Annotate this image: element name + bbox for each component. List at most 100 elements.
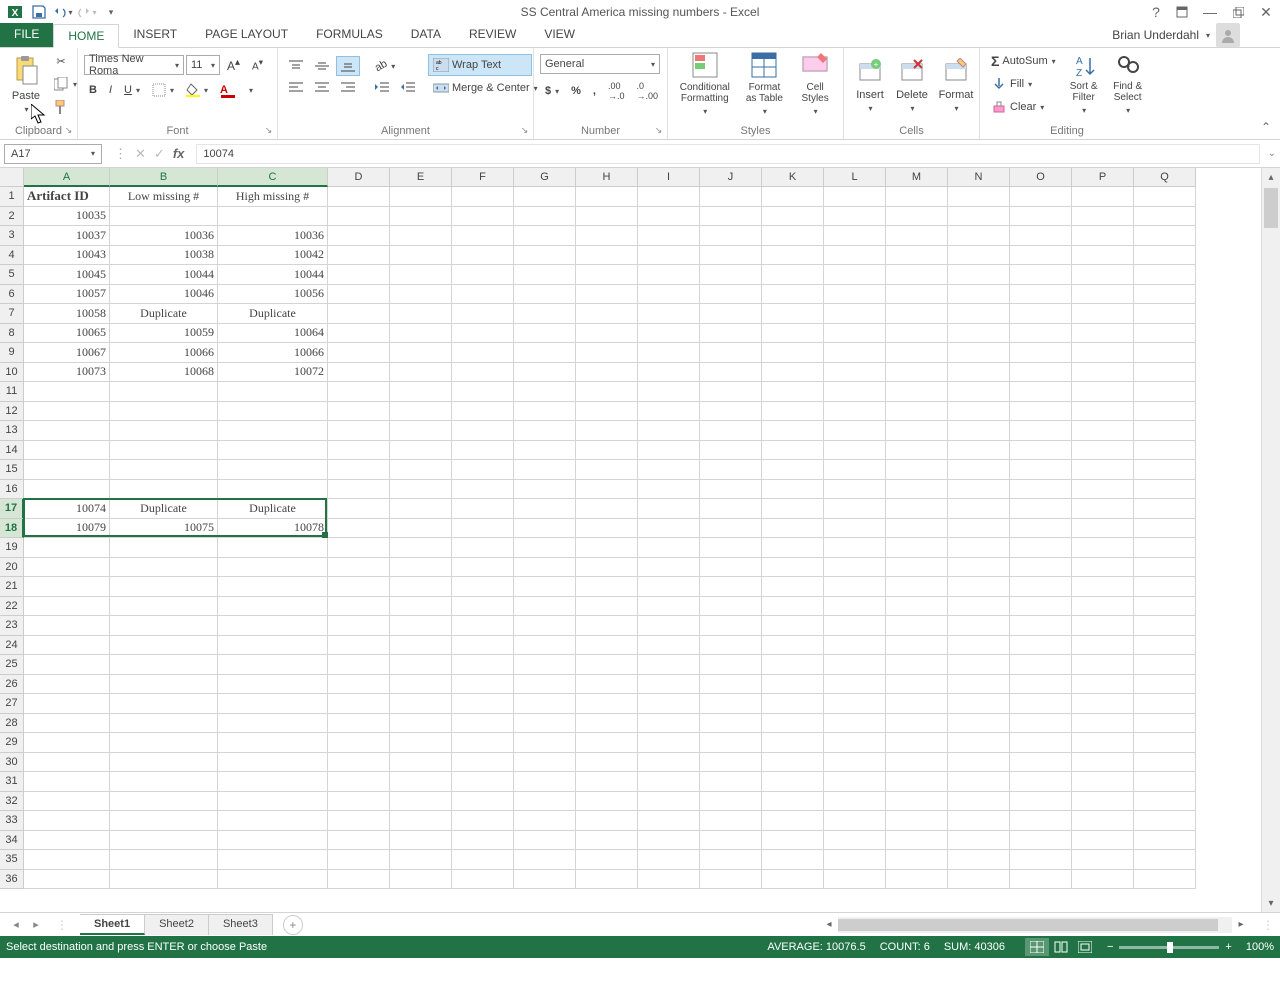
cell[interactable] — [886, 402, 948, 422]
cell[interactable] — [390, 343, 452, 363]
row-header[interactable]: 6 — [0, 285, 24, 305]
cell[interactable] — [1072, 850, 1134, 870]
cell[interactable] — [638, 616, 700, 636]
cell[interactable] — [762, 538, 824, 558]
cell[interactable] — [514, 402, 576, 422]
cell[interactable] — [328, 304, 390, 324]
cell[interactable]: 10036 — [218, 226, 328, 246]
column-header[interactable]: O — [1010, 168, 1072, 187]
cell[interactable]: Duplicate — [110, 499, 218, 519]
cell[interactable] — [576, 382, 638, 402]
cell[interactable] — [824, 577, 886, 597]
cell[interactable] — [110, 831, 218, 851]
row-header[interactable]: 19 — [0, 538, 24, 558]
cell[interactable] — [886, 187, 948, 207]
cell[interactable] — [110, 207, 218, 227]
cell[interactable] — [824, 870, 886, 890]
cell[interactable] — [110, 811, 218, 831]
cell[interactable] — [762, 441, 824, 461]
cell[interactable] — [452, 772, 514, 792]
cell[interactable] — [452, 480, 514, 500]
cell[interactable] — [452, 558, 514, 578]
cell[interactable] — [390, 714, 452, 734]
cell[interactable] — [514, 616, 576, 636]
cell[interactable] — [452, 792, 514, 812]
cell[interactable] — [218, 597, 328, 617]
cell[interactable] — [390, 831, 452, 851]
font-size-input[interactable]: 11▾ — [186, 55, 220, 75]
cell[interactable] — [218, 870, 328, 890]
cell[interactable] — [948, 480, 1010, 500]
cell[interactable] — [576, 870, 638, 890]
cell[interactable]: 10068 — [110, 363, 218, 383]
cell[interactable] — [824, 850, 886, 870]
cell[interactable] — [886, 675, 948, 695]
cell[interactable] — [1134, 324, 1196, 344]
tab-file[interactable]: FILE — [0, 23, 53, 47]
insert-button[interactable]: +Insert▾ — [850, 50, 890, 116]
row-header[interactable]: 36 — [0, 870, 24, 890]
row-header[interactable]: 15 — [0, 460, 24, 480]
cell[interactable] — [948, 870, 1010, 890]
cell[interactable] — [824, 616, 886, 636]
cell[interactable] — [762, 519, 824, 539]
scroll-left-icon[interactable]: ◂ — [820, 919, 838, 930]
cell[interactable] — [24, 460, 110, 480]
insert-function-icon[interactable]: fx — [173, 146, 185, 162]
cell[interactable] — [1010, 616, 1072, 636]
increase-indent-button[interactable] — [396, 77, 420, 97]
column-header[interactable]: I — [638, 168, 700, 187]
cell[interactable] — [638, 441, 700, 461]
cell[interactable] — [576, 636, 638, 656]
cell[interactable] — [638, 285, 700, 305]
cell[interactable] — [638, 460, 700, 480]
cell[interactable] — [576, 577, 638, 597]
horizontal-scrollbar[interactable]: ◂ ▸ — [820, 917, 1250, 933]
cell[interactable] — [1010, 870, 1072, 890]
cell[interactable] — [218, 850, 328, 870]
cell[interactable] — [514, 304, 576, 324]
cell[interactable] — [24, 441, 110, 461]
percent-format-button[interactable]: % — [566, 81, 586, 101]
cell[interactable] — [1010, 519, 1072, 539]
cell[interactable] — [328, 343, 390, 363]
cell[interactable] — [218, 207, 328, 227]
cell[interactable] — [576, 246, 638, 266]
cell[interactable] — [762, 246, 824, 266]
cell[interactable] — [1072, 460, 1134, 480]
cell[interactable] — [1010, 246, 1072, 266]
cell[interactable]: Duplicate — [218, 499, 328, 519]
cell[interactable] — [24, 402, 110, 422]
cell[interactable] — [110, 382, 218, 402]
cell[interactable] — [1010, 304, 1072, 324]
cell[interactable] — [110, 402, 218, 422]
cell[interactable] — [638, 597, 700, 617]
cell[interactable] — [218, 460, 328, 480]
cell[interactable] — [218, 480, 328, 500]
cell-styles-button[interactable]: Cell Styles▾ — [793, 50, 837, 116]
cell[interactable] — [1072, 616, 1134, 636]
cell[interactable] — [886, 246, 948, 266]
cell[interactable] — [328, 811, 390, 831]
cell[interactable] — [1134, 226, 1196, 246]
cell[interactable] — [1134, 831, 1196, 851]
cell[interactable] — [514, 363, 576, 383]
excel-icon[interactable]: X — [4, 1, 26, 23]
cell[interactable] — [886, 343, 948, 363]
cell[interactable] — [110, 733, 218, 753]
cell[interactable] — [328, 772, 390, 792]
cell[interactable] — [1134, 870, 1196, 890]
cell[interactable] — [1072, 499, 1134, 519]
cell[interactable] — [762, 265, 824, 285]
cell[interactable]: 10045 — [24, 265, 110, 285]
decrease-font-button[interactable]: A▾ — [247, 54, 268, 75]
cell[interactable] — [700, 265, 762, 285]
row-header[interactable]: 5 — [0, 265, 24, 285]
cell[interactable] — [638, 694, 700, 714]
cell[interactable] — [24, 733, 110, 753]
cell[interactable] — [824, 675, 886, 695]
align-middle-button[interactable] — [310, 56, 334, 76]
cell[interactable] — [390, 675, 452, 695]
copy-button[interactable]: ▾ — [48, 73, 82, 95]
cell[interactable] — [700, 382, 762, 402]
